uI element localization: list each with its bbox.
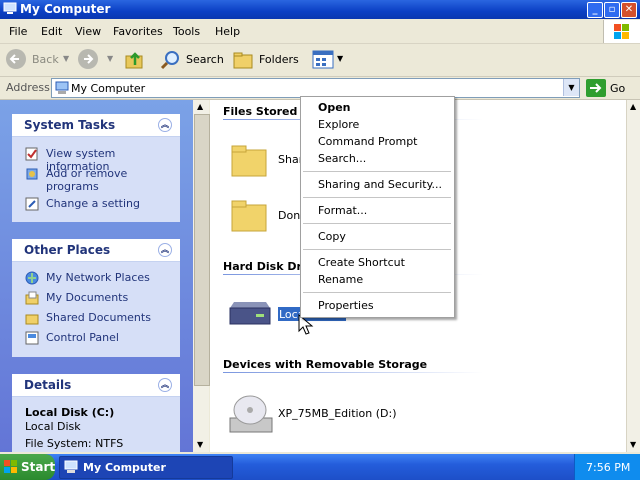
details-type: Local Disk [25, 420, 81, 433]
system-information-icon [25, 147, 38, 161]
shared-documents-icon [25, 314, 39, 325]
menu-bar: File Edit View Favorites Tools Help [0, 19, 640, 44]
ctx-separator [303, 197, 451, 198]
folders-button[interactable]: Folders [259, 53, 299, 66]
ctx-separator [303, 171, 451, 172]
collapse-chevron-icon[interactable]: ︽ [158, 118, 172, 132]
title-bar[interactable]: My Computer _ ▫ ✕ [0, 0, 640, 19]
my-computer-icon [3, 2, 17, 14]
details-panel: Details ︽ Local Disk (C:) Local Disk File… [12, 374, 180, 452]
ctx-separator [303, 292, 451, 293]
ctx-explore[interactable]: Explore [318, 118, 359, 131]
maximize-button[interactable]: ▫ [604, 2, 620, 18]
views-dropdown-icon[interactable]: ▼ [337, 54, 343, 63]
forward-dropdown-icon[interactable]: ▼ [107, 54, 113, 63]
my-documents-icon [25, 291, 39, 305]
right-scrollbar[interactable]: ▲ ▼ [626, 100, 640, 452]
ctx-sharing-security[interactable]: Sharing and Security... [318, 178, 442, 191]
back-arrow-icon[interactable] [6, 49, 26, 69]
address-input[interactable]: My Computer ▼ [51, 78, 580, 98]
windows-flag-icon [4, 460, 17, 473]
task-pane: System Tasks ︽ View system information Ad… [0, 100, 193, 452]
ctx-properties[interactable]: Properties [318, 299, 374, 312]
task-add-remove-programs[interactable]: Add or remove [46, 167, 127, 180]
place-shared-documents[interactable]: Shared Documents [46, 311, 151, 324]
back-dropdown-icon[interactable]: ▼ [63, 54, 69, 63]
change-setting-icon [25, 197, 39, 211]
scroll-up-arrow-icon[interactable]: ▲ [630, 102, 636, 111]
other-places-panel: Other Places ︽ My Network Places My Docum… [12, 239, 180, 357]
other-places-header[interactable]: Other Places ︽ [12, 239, 180, 262]
place-my-network-places[interactable]: My Network Places [46, 271, 150, 284]
left-scrollbar-thumb[interactable] [194, 114, 210, 386]
menu-help[interactable]: Help [215, 25, 240, 38]
windows-logo-icon [603, 20, 640, 43]
taskbar-window-button[interactable]: My Computer [59, 456, 233, 479]
taskbar-window-label: My Computer [83, 461, 166, 474]
user-folder-icon[interactable] [230, 197, 268, 233]
group-removable-storage: Devices with Removable Storage [223, 358, 428, 371]
up-folder-icon[interactable] [124, 49, 146, 71]
address-dropdown-icon[interactable]: ▼ [563, 79, 579, 96]
hard-disk-icon[interactable] [226, 300, 274, 328]
scroll-up-arrow-icon[interactable]: ▲ [197, 102, 203, 111]
address-label: Address [6, 81, 50, 94]
details-header[interactable]: Details ︽ [12, 374, 180, 397]
add-remove-programs-icon [26, 168, 38, 180]
cd-drive-label[interactable]: XP_75MB_Edition (D:) [278, 407, 397, 420]
system-tasks-panel: System Tasks ︽ View system information Ad… [12, 114, 180, 222]
close-button[interactable]: ✕ [621, 2, 637, 18]
start-label: Start [21, 460, 56, 474]
window-title: My Computer [20, 2, 111, 16]
task-add-remove-programs-line2[interactable]: programs [46, 180, 99, 193]
scroll-down-arrow-icon[interactable]: ▼ [630, 440, 636, 449]
back-label[interactable]: Back [32, 53, 59, 66]
go-arrow-icon[interactable] [586, 79, 606, 97]
place-my-documents[interactable]: My Documents [46, 291, 128, 304]
address-value: My Computer [71, 82, 146, 95]
task-change-setting[interactable]: Change a setting [46, 197, 140, 210]
forward-arrow-icon[interactable] [78, 49, 98, 69]
details-name: Local Disk (C:) [25, 406, 115, 419]
place-control-panel[interactable]: Control Panel [46, 331, 119, 344]
scroll-down-arrow-icon[interactable]: ▼ [197, 440, 203, 449]
network-places-icon [25, 271, 39, 285]
ctx-search[interactable]: Search... [318, 152, 366, 165]
minimize-button[interactable]: _ [587, 2, 603, 18]
control-panel-icon [25, 331, 39, 345]
shared-folder-icon[interactable] [230, 142, 268, 178]
ctx-open[interactable]: Open [318, 101, 351, 114]
system-tasks-header[interactable]: System Tasks ︽ [12, 114, 180, 137]
menu-tools[interactable]: Tools [173, 25, 200, 38]
go-button[interactable]: Go [610, 82, 625, 95]
ctx-format[interactable]: Format... [318, 204, 367, 217]
menu-file[interactable]: File [9, 25, 27, 38]
search-icon[interactable] [160, 49, 182, 71]
clock[interactable]: 7:56 PM [586, 461, 630, 474]
cd-drive-icon[interactable] [226, 390, 276, 436]
toolbar: Back ▼ ▼ Search Folders ▼ [0, 44, 640, 77]
collapse-chevron-icon[interactable]: ︽ [158, 243, 172, 257]
ctx-copy[interactable]: Copy [318, 230, 346, 243]
group-divider [223, 372, 483, 373]
menu-favorites[interactable]: Favorites [113, 25, 163, 38]
menu-view[interactable]: View [75, 25, 101, 38]
system-tray: 7:56 PM [574, 454, 640, 480]
collapse-chevron-icon[interactable]: ︽ [158, 378, 172, 392]
my-computer-icon [55, 81, 69, 94]
ctx-separator [303, 223, 451, 224]
ctx-command-prompt[interactable]: Command Prompt [318, 135, 418, 148]
ctx-separator [303, 249, 451, 250]
folders-icon[interactable] [232, 49, 256, 71]
ctx-rename[interactable]: Rename [318, 273, 363, 286]
start-button[interactable]: Start [0, 454, 55, 480]
views-icon[interactable] [312, 49, 336, 71]
my-computer-icon [64, 460, 78, 473]
details-file-system: File System: NTFS [25, 437, 124, 450]
search-button[interactable]: Search [186, 53, 224, 66]
group-files-stored: Files Stored o [223, 105, 309, 118]
menu-edit[interactable]: Edit [41, 25, 62, 38]
ctx-create-shortcut[interactable]: Create Shortcut [318, 256, 405, 269]
context-menu: Open Explore Command Prompt Search... Sh… [300, 96, 455, 318]
